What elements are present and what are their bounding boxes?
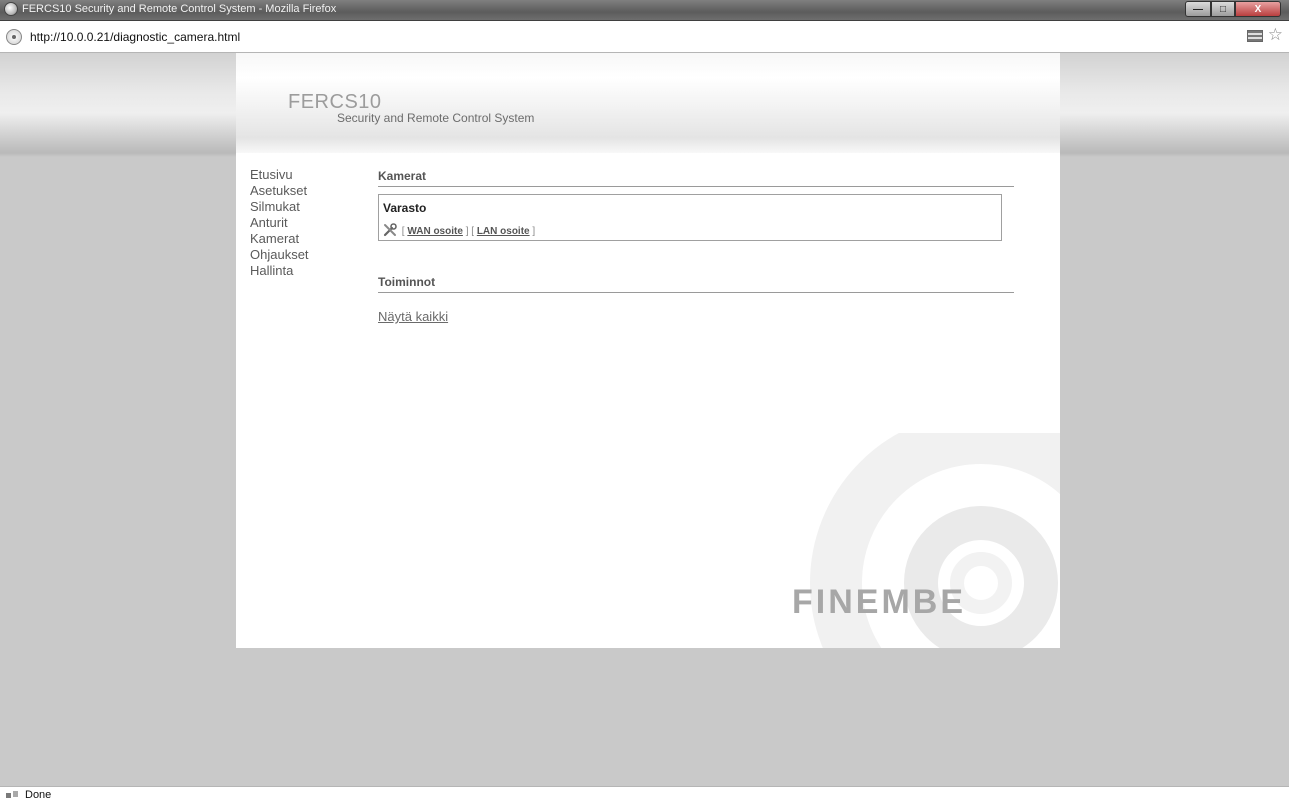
tools-icon[interactable] [383,223,397,237]
nav-item-etusivu[interactable]: Etusivu [250,167,309,183]
close-button[interactable]: X [1235,1,1281,17]
window-controls: — □ X [1185,1,1281,18]
nav-item-ohjaukset[interactable]: Ohjaukset [250,247,309,263]
main-nav: Etusivu Asetukset Silmukat Anturit Kamer… [250,167,309,279]
site-identity-icon[interactable] [6,29,22,45]
nav-item-anturit[interactable]: Anturit [250,215,309,231]
url-text[interactable]: http://10.0.0.21/diagnostic_camera.html [30,30,240,44]
bracket-open: [ [401,226,405,237]
minimize-button[interactable]: — [1185,1,1211,17]
functions-heading: Toiminnot [378,275,1014,293]
nav-item-hallinta[interactable]: Hallinta [250,263,309,279]
bracket-separator: ] [ [465,226,475,237]
nav-item-kamerat[interactable]: Kamerat [250,231,309,247]
wan-address-link[interactable]: WAN osoite [407,226,463,237]
maximize-button[interactable]: □ [1211,1,1235,17]
camera-name: Varasto [383,201,427,215]
nav-item-silmukat[interactable]: Silmukat [250,199,309,215]
camera-links: [ WAN osoite ] [ LAN osoite ] [383,223,535,237]
product-subtitle: Security and Remote Control System [337,111,535,125]
show-all-link[interactable]: Näytä kaikki [378,309,448,324]
page-container: FERCS10 Security and Remote Control Syst… [236,53,1060,648]
window-titlebar: FERCS10 Security and Remote Control Syst… [0,0,1289,21]
cameras-heading: Kamerat [378,169,1014,187]
status-text: Done [25,789,52,801]
bookmark-star-icon[interactable]: ☆ [1268,26,1283,43]
feed-icon[interactable] [1247,30,1263,42]
lan-address-link[interactable]: LAN osoite [477,226,530,237]
connection-icon [6,791,18,798]
firefox-icon [4,2,18,16]
bracket-close: ] [532,226,536,237]
camera-card: Varasto [ WAN osoite ] [ LAN osoite ] [378,194,1002,241]
address-bar[interactable]: http://10.0.0.21/diagnostic_camera.html … [0,21,1289,53]
page-viewport: FERCS10 Security and Remote Control Syst… [0,53,1289,786]
finembe-logo: FINEMBE [792,585,966,617]
page-header: FERCS10 Security and Remote Control Syst… [236,53,1060,153]
window-title: FERCS10 Security and Remote Control Syst… [22,3,337,15]
nav-item-asetukset[interactable]: Asetukset [250,183,309,199]
brand-text: FINEMBE [792,585,966,617]
status-bar: Done [0,786,1289,803]
